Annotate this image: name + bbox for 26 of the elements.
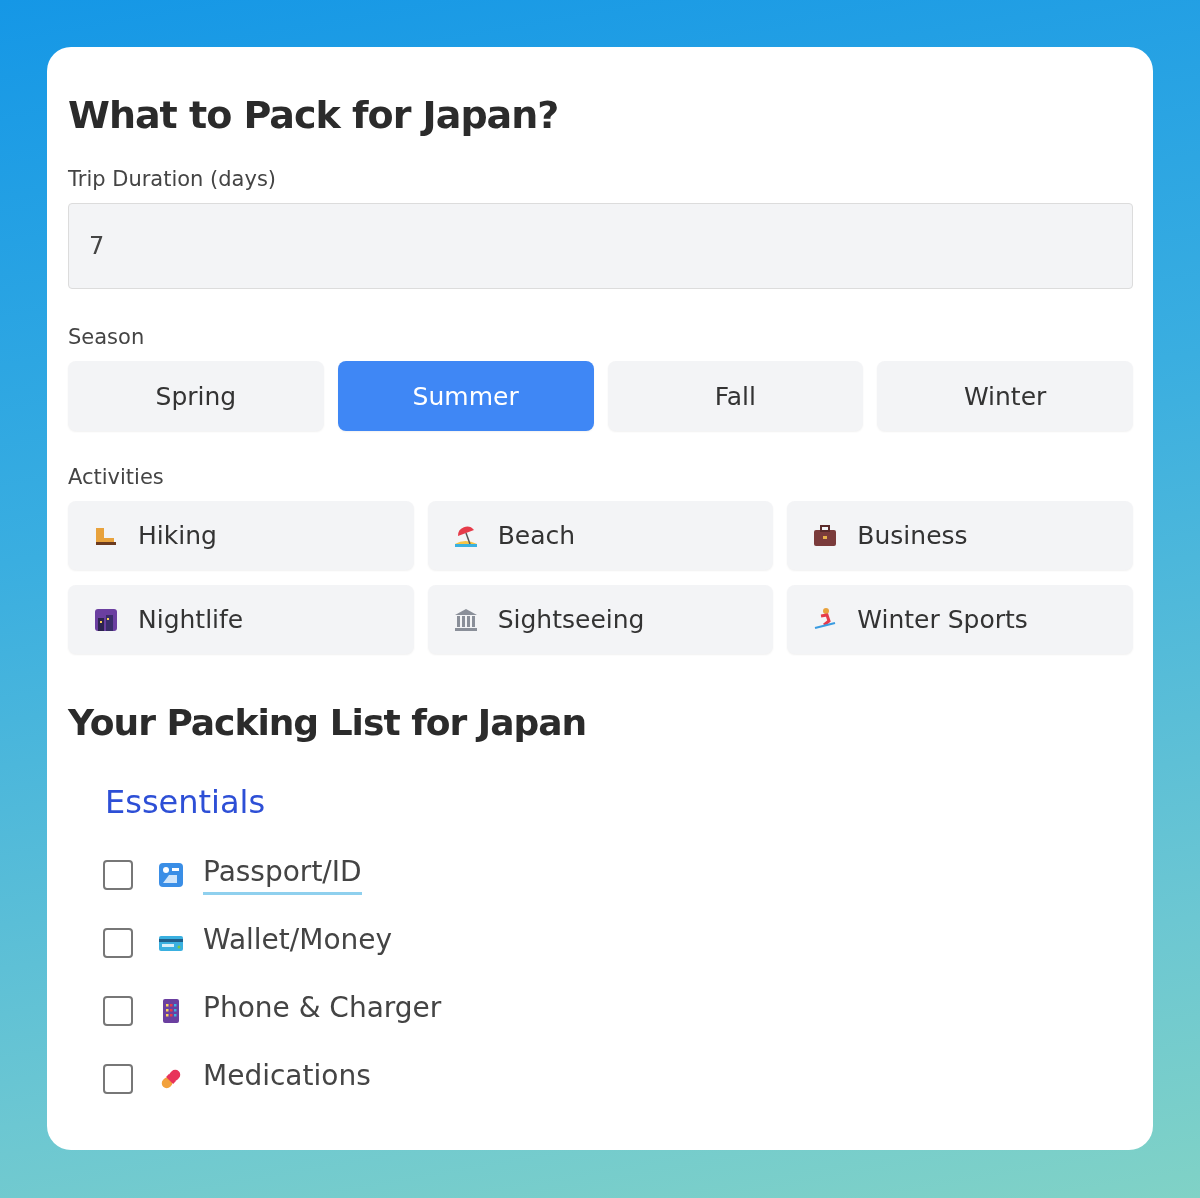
passport-control-icon bbox=[157, 861, 185, 889]
duration-input-field[interactable]: 7 bbox=[68, 203, 1133, 289]
item-label: Phone & Charger bbox=[203, 991, 442, 1026]
season-button[interactable]: Summer bbox=[337, 361, 594, 431]
checkbox[interactable] bbox=[103, 1064, 133, 1094]
season-button[interactable]: Spring bbox=[68, 361, 324, 431]
activity-button[interactable]: Sightseeing bbox=[427, 585, 774, 654]
season-button[interactable]: Fall bbox=[607, 361, 864, 431]
season-button[interactable]: Winter bbox=[877, 361, 1133, 431]
activity-button[interactable]: Business bbox=[787, 501, 1133, 570]
field-label: Trip Duration (days) bbox=[68, 167, 278, 191]
activity-button[interactable]: Nightlife bbox=[68, 585, 414, 654]
page-title: What to Pack for Japan? bbox=[68, 93, 560, 137]
section-label: Season bbox=[68, 325, 146, 349]
activity-button[interactable]: Hiking bbox=[68, 501, 414, 570]
activity-button[interactable]: Winter Sports bbox=[787, 585, 1133, 654]
item-label: Wallet/Money bbox=[203, 923, 393, 958]
item-label: Medications bbox=[203, 1059, 371, 1094]
activity-button[interactable]: Beach bbox=[427, 501, 774, 570]
list-heading: Your Packing List for Japan bbox=[68, 702, 588, 743]
checkbox[interactable] bbox=[103, 996, 133, 1026]
section-label: Activities bbox=[68, 465, 165, 489]
category-heading: Essentials bbox=[105, 783, 267, 821]
checkbox[interactable] bbox=[103, 860, 133, 890]
checkbox[interactable] bbox=[103, 928, 133, 958]
item-label: Passport/ID bbox=[203, 855, 362, 895]
